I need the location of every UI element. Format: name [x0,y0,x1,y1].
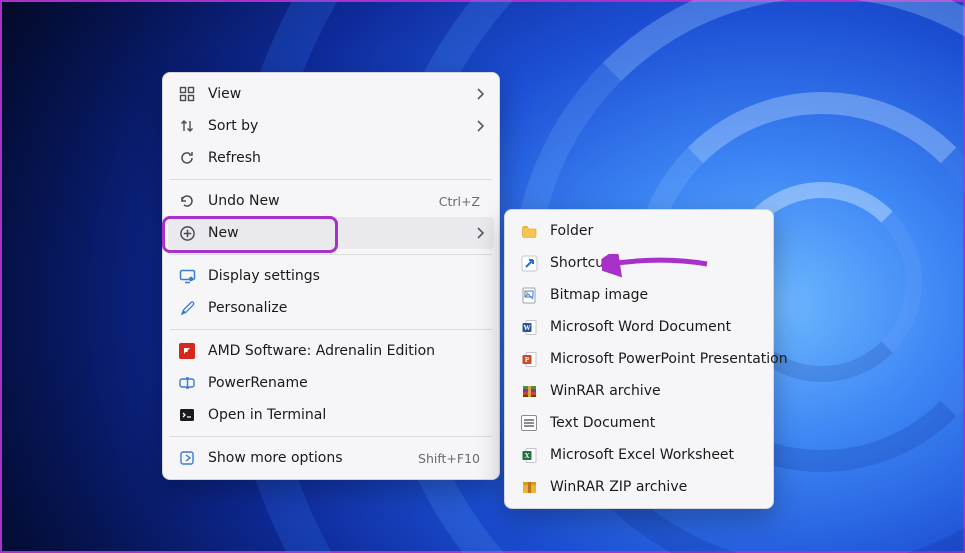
submenu-item-label: Shortcut [550,255,758,271]
new-submenu: Folder Shortcut Bitmap image W Microsoft… [504,209,774,509]
sort-icon [178,117,196,135]
folder-icon [520,222,538,240]
submenu-item-excel[interactable]: X Microsoft Excel Worksheet [510,439,768,471]
ppt-icon: P [520,350,538,368]
submenu-item-word[interactable]: W Microsoft Word Document [510,311,768,343]
submenu-item-label: Bitmap image [550,287,758,303]
annotation-highlight [162,216,338,253]
menu-item-label: Display settings [208,268,484,284]
chevron-right-icon [476,227,484,239]
menu-item-show-more[interactable]: Show more options Shift+F10 [168,442,494,474]
menu-item-refresh[interactable]: Refresh [168,142,494,174]
submenu-item-label: WinRAR archive [550,383,758,399]
menu-item-label: PowerRename [208,375,484,391]
refresh-icon [178,149,196,167]
menu-item-view[interactable]: View [168,78,494,110]
chevron-right-icon [476,88,484,100]
word-icon: W [520,318,538,336]
submenu-item-label: WinRAR ZIP archive [550,479,758,495]
submenu-item-label: Microsoft Word Document [550,319,758,335]
undo-icon [178,192,196,210]
menu-item-terminal[interactable]: Open in Terminal [168,399,494,431]
bitmap-icon [520,286,538,304]
amd-icon [178,342,196,360]
menu-item-shortcut: Ctrl+Z [439,194,480,209]
menu-item-label: Undo New [208,193,427,209]
submenu-item-label: Microsoft PowerPoint Presentation [550,351,788,367]
shortcut-icon [520,254,538,272]
menu-item-label: Sort by [208,118,464,134]
menu-item-amd[interactable]: AMD Software: Adrenalin Edition [168,335,494,367]
submenu-item-label: Text Document [550,415,758,431]
submenu-item-text[interactable]: Text Document [510,407,768,439]
text-icon [520,414,538,432]
menu-separator [170,179,492,180]
winrarzip-icon [520,478,538,496]
menu-item-powerrename[interactable]: PowerRename [168,367,494,399]
menu-separator [170,254,492,255]
submenu-item-winrar-zip[interactable]: WinRAR ZIP archive [510,471,768,503]
submenu-item-folder[interactable]: Folder [510,215,768,247]
menu-separator [170,436,492,437]
submenu-item-powerpoint[interactable]: P Microsoft PowerPoint Presentation [510,343,768,375]
menu-item-label: Open in Terminal [208,407,484,423]
svg-text:X: X [524,452,529,460]
desktop-background[interactable]: View Sort by Refresh Undo New Ctrl+Z [0,0,965,553]
desktop-context-menu: View Sort by Refresh Undo New Ctrl+Z [162,72,500,480]
personalize-icon [178,299,196,317]
svg-text:P: P [524,356,529,364]
view-icon [178,85,196,103]
submenu-item-label: Microsoft Excel Worksheet [550,447,758,463]
svg-text:W: W [523,324,530,332]
menu-item-shortcut: Shift+F10 [418,451,480,466]
menu-item-sort-by[interactable]: Sort by [168,110,494,142]
menu-item-label: Refresh [208,150,484,166]
winrar-icon [520,382,538,400]
menu-item-label: AMD Software: Adrenalin Edition [208,343,484,359]
submenu-item-shortcut[interactable]: Shortcut [510,247,768,279]
chevron-right-icon [476,120,484,132]
menu-item-label: Personalize [208,300,484,316]
display-icon [178,267,196,285]
menu-item-label: Show more options [208,450,406,466]
menu-item-label: View [208,86,464,102]
terminal-icon [178,406,196,424]
menu-item-display-settings[interactable]: Display settings [168,260,494,292]
submenu-item-winrar[interactable]: WinRAR archive [510,375,768,407]
submenu-item-bitmap[interactable]: Bitmap image [510,279,768,311]
powerrename-icon [178,374,196,392]
more-icon [178,449,196,467]
menu-separator [170,329,492,330]
menu-item-personalize[interactable]: Personalize [168,292,494,324]
menu-item-undo[interactable]: Undo New Ctrl+Z [168,185,494,217]
submenu-item-label: Folder [550,223,758,239]
excel-icon: X [520,446,538,464]
